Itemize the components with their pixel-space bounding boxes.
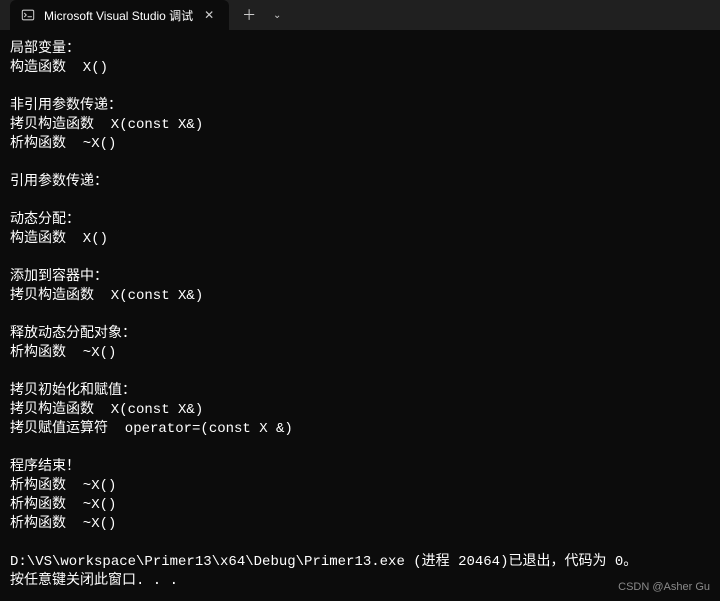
console-line <box>10 439 710 458</box>
console-line: 拷贝构造函数 X(const X&) <box>10 287 710 306</box>
console-line: 引用参数传递： <box>10 173 710 192</box>
tab-dropdown-button[interactable]: ⌄ <box>263 1 291 29</box>
console-line: 按任意键关闭此窗口. . . <box>10 572 710 591</box>
console-line <box>10 192 710 211</box>
console-line: 非引用参数传递： <box>10 97 710 116</box>
console-line <box>10 306 710 325</box>
console-line <box>10 534 710 553</box>
console-line: 析构函数 ~X() <box>10 515 710 534</box>
console-line <box>10 154 710 173</box>
console-line: 动态分配： <box>10 211 710 230</box>
title-bar: Microsoft Visual Studio 调试 ✕ ＋ ⌄ <box>0 0 720 30</box>
console-line: 添加到容器中： <box>10 268 710 287</box>
console-line: 拷贝构造函数 X(const X&) <box>10 401 710 420</box>
console-line: 拷贝赋值运算符 operator=(const X &) <box>10 420 710 439</box>
watermark: CSDN @Asher Gu <box>618 581 710 593</box>
console-line: 程序结束！ <box>10 458 710 477</box>
active-tab[interactable]: Microsoft Visual Studio 调试 ✕ <box>10 0 229 30</box>
console-line: 拷贝构造函数 X(const X&) <box>10 116 710 135</box>
console-line: 构造函数 X() <box>10 59 710 78</box>
console-output: 局部变量：构造函数 X() 非引用参数传递：拷贝构造函数 X(const X&)… <box>0 30 720 601</box>
console-line <box>10 363 710 382</box>
tab-title: Microsoft Visual Studio 调试 <box>44 7 193 24</box>
console-line: 拷贝初始化和赋值： <box>10 382 710 401</box>
console-line: 构造函数 X() <box>10 230 710 249</box>
console-line: 析构函数 ~X() <box>10 135 710 154</box>
console-line: D:\VS\workspace\Primer13\x64\Debug\Prime… <box>10 553 710 572</box>
console-line <box>10 78 710 97</box>
new-tab-button[interactable]: ＋ <box>235 1 263 29</box>
console-line: 析构函数 ~X() <box>10 344 710 363</box>
terminal-icon <box>20 7 36 23</box>
close-tab-button[interactable]: ✕ <box>201 7 217 23</box>
console-line: 局部变量： <box>10 40 710 59</box>
console-line: 析构函数 ~X() <box>10 496 710 515</box>
console-line: 析构函数 ~X() <box>10 477 710 496</box>
console-line: 释放动态分配对象： <box>10 325 710 344</box>
console-line <box>10 249 710 268</box>
